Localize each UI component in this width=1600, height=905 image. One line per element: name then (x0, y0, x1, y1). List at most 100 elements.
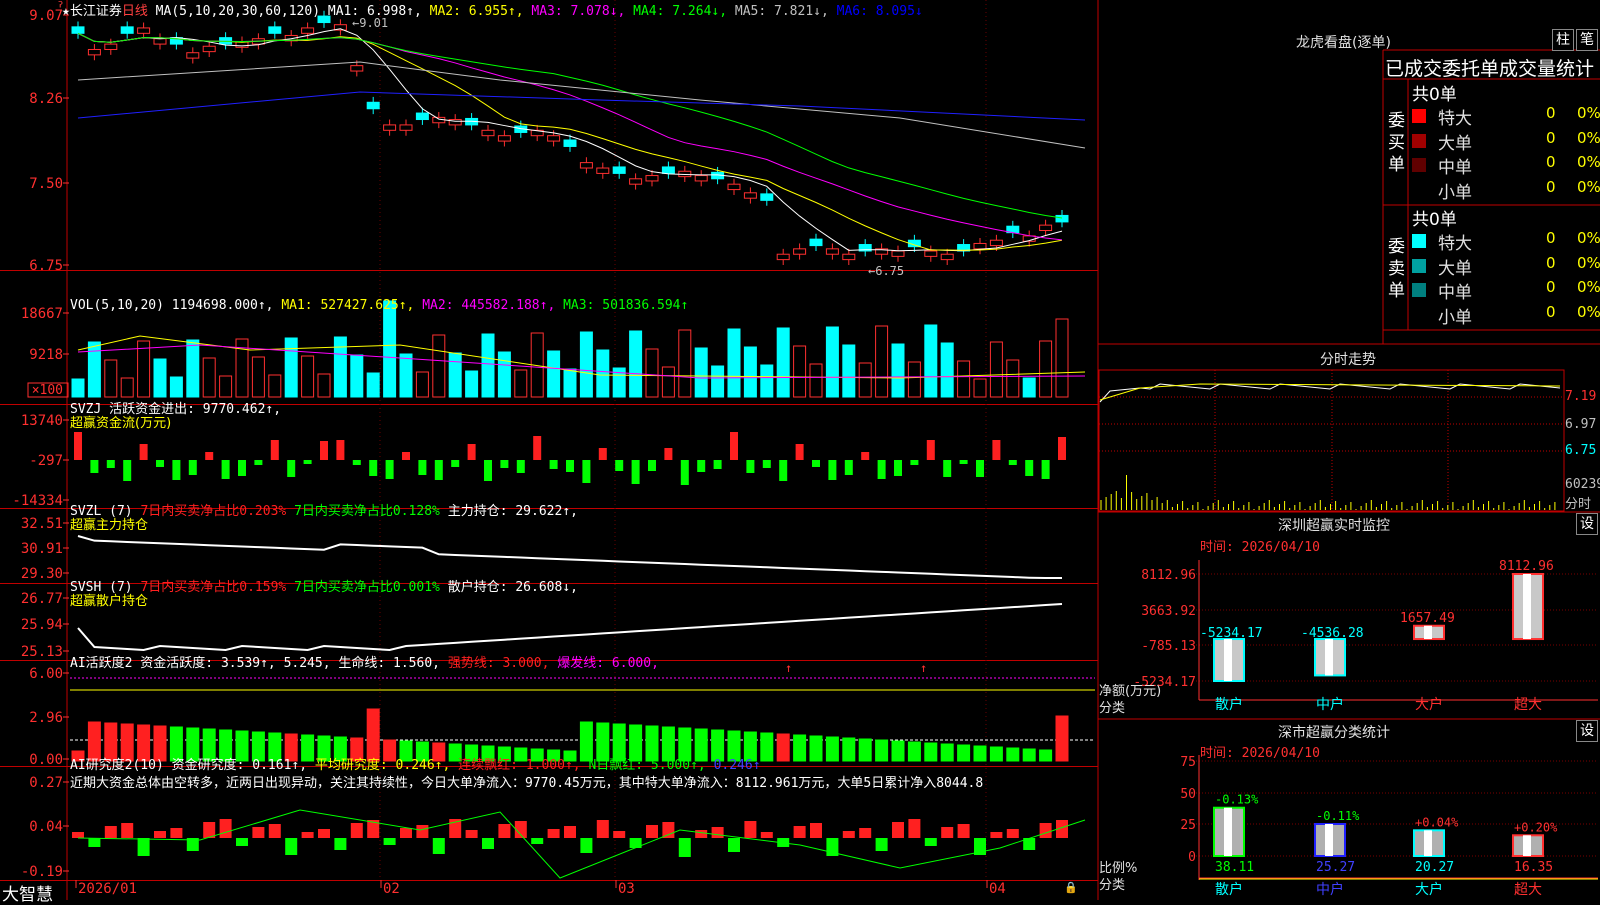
classify-change-label: +0.20% (1514, 820, 1558, 834)
candle-body (842, 253, 856, 261)
ai-research-cont: 连续飘红: 1.000↑, (458, 758, 581, 773)
classify-time: 时间: 2026/04/10 (1200, 746, 1320, 761)
sell-percent: 0% (1577, 302, 1600, 321)
research-bar (301, 832, 314, 838)
ai-active-axis-1: 2.96 (29, 710, 63, 726)
volume-bar (858, 362, 872, 398)
stock-name[interactable]: ★长江证券 (62, 4, 122, 19)
volume-bar (760, 364, 774, 398)
date-label-0: 2026/01 (78, 881, 137, 897)
buy-count: 0 (1546, 177, 1556, 196)
svsh-sub: 超赢散户持仓 (70, 594, 149, 609)
fund-flow-bar (270, 440, 279, 460)
fund-flow-bar (467, 444, 476, 460)
buy-swatch (1412, 109, 1426, 123)
research-bar (613, 831, 626, 838)
activity-bar (989, 746, 1003, 762)
monitor-bar-highlight (1224, 639, 1232, 681)
svzl-sub: 超赢主力持仓 (70, 518, 149, 533)
research-bar (695, 830, 708, 838)
fund-flow-bar (648, 460, 656, 471)
fund-flow-bar (74, 432, 82, 460)
svzl-axis-1: 30.91 (21, 541, 63, 557)
research-bar (498, 824, 511, 838)
buy-percent: 0% (1577, 177, 1600, 196)
buy-swatch (1412, 158, 1426, 172)
tick-mode-button[interactable]: 笔 (1576, 29, 1598, 51)
ma-value-4: MA4: 7.264↓, (633, 4, 735, 19)
fund-flow-bar (779, 460, 788, 481)
buy-label: 小单 (1438, 182, 1472, 203)
svsh-a: 7日内买卖净占比0.159% (140, 580, 287, 595)
volume-bar (973, 378, 987, 398)
activity-bar (793, 734, 807, 762)
candle-body (645, 175, 659, 182)
monitor-value-label: 8112.96 (1499, 559, 1554, 574)
svzl-a: 7日内买卖净占比0.203% (140, 504, 287, 519)
research-bar (924, 838, 937, 846)
classify-settings-button[interactable]: 设 (1576, 720, 1598, 742)
vol-value: 1194698.000↑, (171, 298, 274, 313)
research-bar (580, 838, 593, 853)
fund-flow-bar (828, 460, 837, 480)
fund-flow-bar (549, 460, 558, 469)
fund-flow-bar (713, 460, 722, 469)
svzl-c: 主力持仓: 29.622↑, (447, 504, 578, 519)
volume-bar (202, 357, 216, 398)
research-bar (908, 819, 921, 838)
fund-flow-bar (1041, 460, 1050, 479)
fund-flow-bar (992, 440, 1001, 460)
activity-bar (1006, 747, 1020, 762)
classify-axis-3: 0 (1188, 850, 1196, 865)
research-bar (268, 824, 281, 838)
monitor-settings-button[interactable]: 设 (1576, 513, 1598, 535)
classify-bar-highlight (1325, 823, 1333, 856)
sell-percent: 0% (1577, 278, 1600, 296)
research-bar (760, 832, 773, 838)
fund-flow-bar (385, 460, 394, 479)
fund-flow-bar (320, 441, 328, 460)
research-bar (596, 820, 609, 838)
volume-bar (940, 342, 954, 398)
marker-arrow: ↑ (920, 661, 927, 675)
svzl-axis-0: 32.51 (21, 516, 63, 532)
lock-icon[interactable]: 🔒 (1064, 881, 1078, 894)
vol-header: VOL(5,10,20) 1194698.000↑, MA1: 527427.6… (70, 298, 688, 313)
volume-bar (87, 341, 101, 398)
fund-flow-bar (1008, 460, 1017, 465)
volume-bar (825, 326, 839, 398)
ai-research-avg: 平均研究度: 0.246↑, (314, 758, 451, 773)
svzl-axis-2: 29.30 (21, 566, 63, 582)
volume-bar (1055, 318, 1069, 398)
fund-flow-bar (123, 460, 132, 481)
candle-body (809, 238, 823, 247)
dragon-header: 已成交委托单成交量统计 (1385, 58, 1595, 80)
research-bar (564, 826, 576, 838)
research-bar (941, 827, 954, 838)
candle-body (760, 193, 774, 201)
buy-count: 0 (1546, 104, 1556, 122)
activity-bar (907, 741, 921, 762)
ma-value-2: MA2: 6.955↑, (429, 4, 532, 19)
volume-bar (120, 377, 134, 398)
period-label[interactable]: 日线 (122, 4, 148, 19)
candle-body (104, 43, 118, 50)
brand-label: 大智慧 (2, 885, 53, 905)
intraday-unit: 分时 (1565, 497, 1592, 512)
vol-label: VOL(5,10,20) (70, 298, 164, 313)
volume-bar (776, 327, 790, 398)
sell-count: 0 (1546, 253, 1556, 272)
alert-icon: ˀ (56, 0, 66, 18)
volume-bar (169, 376, 183, 398)
research-bar (482, 838, 494, 849)
bar-mode-button[interactable]: 柱 (1552, 29, 1574, 51)
candle-body (1039, 224, 1053, 232)
volume-bar (366, 372, 380, 398)
candle-body (153, 38, 167, 45)
classify-value-label: 16.35 (1514, 860, 1553, 875)
activity-bar (891, 740, 905, 762)
monitor-axis-1: 3663.92 (1141, 604, 1196, 619)
ma-value-5: MA5: 7.821↓, (734, 4, 837, 19)
price-axis-2: 7.50 (29, 176, 63, 192)
volume-bar (661, 366, 675, 398)
